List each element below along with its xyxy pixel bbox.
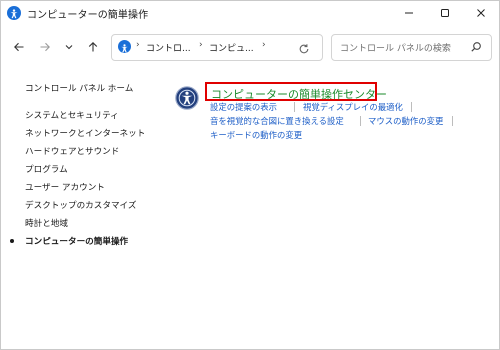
up-button[interactable]: [83, 37, 103, 57]
breadcrumb-accessibility[interactable]: コンピュ...: [209, 41, 254, 54]
sidebar-item-ease-of-access[interactable]: コンピューターの簡単操作: [25, 235, 128, 247]
close-icon: [477, 9, 485, 17]
task-link-get-recommendations[interactable]: 設定の提案の表示: [210, 101, 277, 113]
breadcrumb-separator: ›: [136, 40, 140, 50]
maximize-icon: [441, 9, 449, 17]
breadcrumb-separator: ›: [199, 40, 203, 50]
control-panel-window: コンピューターの簡単操作 › コントロ... › コンピュ... › コントロー…: [0, 0, 500, 350]
minimize-button[interactable]: [391, 1, 427, 25]
chevron-down-icon: [65, 45, 73, 50]
refresh-icon: [299, 44, 309, 54]
task-link-visual-cues[interactable]: 音を視覚的な合図に置き換える設定: [210, 115, 344, 127]
maximize-button[interactable]: [427, 1, 463, 25]
refresh-button[interactable]: [298, 40, 310, 59]
current-item-bullet: [10, 239, 14, 243]
breadcrumb-separator: ›: [262, 40, 266, 50]
title-bar: コンピューターの簡単操作: [1, 1, 499, 27]
search-input[interactable]: コントロール パネルの検索: [331, 34, 492, 61]
sidebar-item-user-accounts[interactable]: ユーザー アカウント: [25, 181, 105, 193]
sidebar-item-system-security[interactable]: システムとセキュリティ: [25, 109, 119, 121]
task-link-mouse-settings[interactable]: マウスの動作の変更: [368, 115, 443, 127]
sidebar-item-hardware-sound[interactable]: ハードウェアとサウンド: [25, 145, 119, 157]
arrow-left-icon: [14, 42, 24, 52]
arrow-right-icon: [40, 42, 50, 52]
accessibility-icon: [7, 6, 21, 20]
link-divider: [411, 102, 412, 112]
control-panel-home-link[interactable]: コントロール パネル ホーム: [25, 82, 133, 94]
navigation-bar: › コントロ... › コンピュ... › コントロール パネルの検索: [1, 33, 499, 61]
close-button[interactable]: [463, 1, 499, 25]
minimize-icon: [405, 12, 413, 14]
search-icon: [471, 42, 481, 52]
recent-locations-button[interactable]: [59, 37, 79, 57]
forward-button[interactable]: [35, 37, 55, 57]
address-bar[interactable]: › コントロ... › コンピュ... ›: [111, 34, 323, 61]
sidebar-item-network-internet[interactable]: ネットワークとインターネット: [25, 127, 145, 139]
task-link-optimize-display[interactable]: 視覚ディスプレイの最適化: [303, 101, 403, 113]
search-placeholder: コントロール パネルの検索: [340, 44, 451, 54]
sidebar-item-personalization[interactable]: デスクトップのカスタマイズ: [25, 199, 136, 211]
sidebar-item-programs[interactable]: プログラム: [25, 163, 68, 175]
window-title: コンピューターの簡単操作: [27, 10, 149, 21]
ease-of-access-center-icon: [175, 86, 199, 110]
ease-of-access-center-link[interactable]: コンピューターの簡単操作センター: [205, 82, 387, 101]
link-divider: [452, 116, 453, 126]
link-divider: [360, 116, 361, 126]
accessibility-icon: [118, 40, 131, 53]
link-divider: [294, 102, 295, 112]
left-navigation-pane: コントロール パネル ホーム システムとセキュリティ ネットワークとインターネッ…: [1, 75, 161, 275]
breadcrumb-control-panel[interactable]: コントロ...: [146, 41, 191, 54]
task-link-keyboard-settings[interactable]: キーボードの動作の変更: [210, 129, 302, 141]
arrow-up-icon: [88, 42, 98, 52]
sidebar-item-clock-region[interactable]: 時計と地域: [25, 217, 68, 229]
back-button[interactable]: [9, 37, 29, 57]
